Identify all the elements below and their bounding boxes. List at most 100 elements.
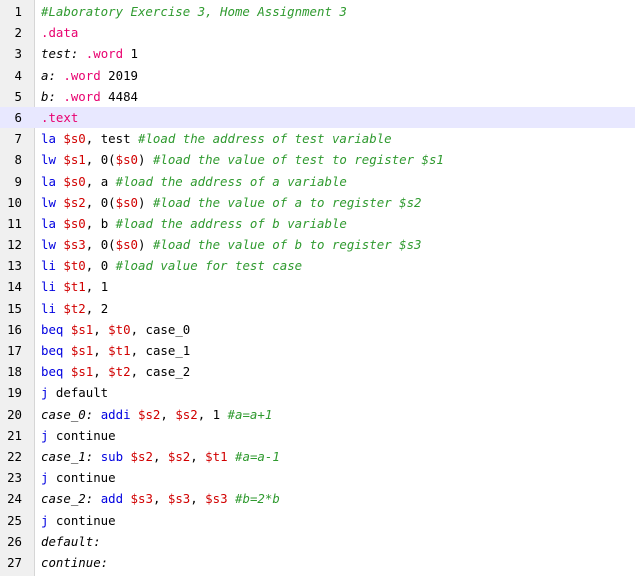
instruction-token: sub — [100, 448, 124, 464]
code-line[interactable]: 7 la $s0, test #load the address of test … — [0, 128, 635, 149]
code-line[interactable]: 16 beq $s1, $t0, case_0 — [0, 319, 635, 340]
code-line[interactable]: 3 test: .word 1 — [0, 43, 635, 64]
code-line[interactable]: 24 case_2: add $s3, $s3, $s3 #b=2*b — [0, 488, 635, 509]
code-line[interactable]: 2 .data — [0, 22, 635, 43]
line-number: 26 — [7, 533, 22, 549]
text-token: 2019 — [100, 67, 139, 83]
comment-token: #load value for test case — [115, 258, 303, 274]
line-number: 1 — [14, 4, 22, 19]
label-token: b: — [41, 88, 56, 104]
register-token: $s0 — [63, 215, 86, 231]
code-line[interactable]: 15 li $t2, 2 — [0, 298, 635, 319]
line-code[interactable]: li $t0, 0 #load value for test case — [41, 255, 635, 276]
instruction-token: beq — [41, 321, 64, 337]
code-line[interactable]: 25 j continue — [0, 510, 635, 531]
register-token: $s3 — [205, 491, 228, 507]
line-number: 22 — [7, 448, 22, 464]
code-line[interactable]: 1 #Laboratory Exercise 3, Home Assignment… — [0, 1, 635, 22]
code-line[interactable]: 27 continue: — [0, 552, 635, 573]
comment-token: #b=2*b — [235, 491, 280, 507]
instruction-token: beq — [41, 343, 64, 358]
text-token: , — [190, 448, 206, 464]
instruction-token: la — [41, 131, 56, 147]
line-code[interactable]: lw $s3, 0($s0) #load the value of b to r… — [41, 234, 635, 255]
register-token: $s3 — [130, 491, 153, 507]
code-line[interactable]: 12 lw $s3, 0($s0) #load the value of b to… — [0, 234, 635, 255]
line-code[interactable]: case_1: sub $s2, $s2, $t1 #a=a-1 — [41, 446, 635, 467]
line-code[interactable]: continue: — [41, 552, 635, 573]
line-code[interactable]: j continue — [41, 510, 635, 531]
register-token: $t0 — [108, 321, 131, 337]
instruction-token: add — [100, 491, 124, 507]
code-line[interactable]: 21 j continue — [0, 425, 635, 446]
text-token: , test — [85, 131, 138, 147]
comment-token: #a=a-1 — [235, 448, 280, 464]
line-code[interactable]: li $t1, 1 — [41, 276, 635, 297]
directive-token: .word — [63, 67, 101, 83]
code-line[interactable]: 22 case_1: sub $s2, $s2, $t1 #a=a-1 — [0, 446, 635, 467]
code-line[interactable]: 14 li $t1, 1 — [0, 276, 635, 297]
line-code[interactable]: b: .word 4484 — [41, 86, 635, 107]
code-line[interactable]: 8 lw $s1, 0($s0) #load the value of test … — [0, 149, 635, 170]
line-code[interactable]: la $s0, test #load the address of test v… — [41, 128, 635, 149]
text-token: , 0( — [85, 152, 116, 168]
code-line[interactable]: 26 default: — [0, 531, 635, 552]
code-line[interactable]: 23 j continue — [0, 467, 635, 488]
line-code[interactable]: case_2: add $s3, $s3, $s3 #b=2*b — [41, 488, 635, 509]
line-code[interactable]: la $s0, a #load the address of a variabl… — [41, 171, 635, 192]
register-token: $s0 — [63, 131, 86, 147]
text-token: continue — [48, 470, 116, 486]
line-code[interactable]: lw $s1, 0($s0) #load the value of test t… — [41, 149, 635, 170]
line-code[interactable]: beq $s1, $t0, case_0 — [41, 319, 635, 340]
text-token: 4484 — [100, 88, 139, 104]
register-token: $s1 — [70, 321, 94, 337]
line-code[interactable]: a: .word 2019 — [41, 65, 635, 86]
register-token: $s2 — [175, 406, 198, 422]
instruction-token: la — [41, 173, 56, 189]
code-line[interactable]: 13 li $t0, 0 #load value for test case — [0, 255, 635, 276]
line-code[interactable]: beq $s1, $t2, case_2 — [41, 361, 635, 382]
line-code[interactable]: j continue — [41, 425, 635, 446]
register-token: $s1 — [63, 152, 86, 168]
code-line[interactable]: 10 lw $s2, 0($s0) #load the value of a to… — [0, 192, 635, 213]
directive-token: .data — [41, 25, 79, 41]
code-line[interactable]: 11 la $s0, b #load the address of b varia… — [0, 213, 635, 234]
line-number: 17 — [7, 343, 22, 358]
line-number: 5 — [14, 88, 22, 104]
code-line[interactable]: 4 a: .word 2019 — [0, 65, 635, 86]
code-line[interactable]: 9 la $s0, a #load the address of a variab… — [0, 171, 635, 192]
line-code[interactable]: .text — [41, 107, 635, 128]
line-code[interactable]: case_0: addi $s2, $s2, 1 #a=a+1 — [41, 404, 635, 425]
register-token: $s1 — [70, 364, 94, 380]
line-code[interactable]: #Laboratory Exercise 3, Home Assignment … — [41, 1, 635, 22]
line-code[interactable]: .data — [41, 22, 635, 43]
line-code[interactable]: test: .word 1 — [41, 43, 635, 64]
line-code[interactable]: li $t2, 2 — [41, 298, 635, 319]
line-number: 25 — [7, 512, 22, 528]
code-line[interactable]: 5 b: .word 4484 — [0, 86, 635, 107]
line-code[interactable]: j default — [41, 382, 635, 403]
code-line[interactable]: 17 beq $s1, $t1, case_1 — [0, 340, 635, 361]
code-line[interactable]: 18 beq $s1, $t2, case_2 — [0, 361, 635, 382]
line-code[interactable]: lw $s2, 0($s0) #load the value of a to r… — [41, 192, 635, 213]
line-code[interactable]: la $s0, b #load the address of b variabl… — [41, 213, 635, 234]
code-line[interactable]: 19 j default — [0, 382, 635, 403]
comment-token: #load the address of b variable — [115, 215, 347, 231]
comment-token: #load the value of b to register $s3 — [152, 237, 422, 253]
comment-token: #load the address of a variable — [115, 173, 347, 189]
label-token: a: — [41, 67, 56, 83]
line-code[interactable]: j continue — [41, 467, 635, 488]
text-token: , 0( — [85, 237, 116, 253]
text-token: , — [93, 364, 109, 380]
code-line[interactable]: 6 .text — [0, 106, 635, 129]
line-number: 2 — [14, 25, 22, 41]
directive-token: .word — [63, 88, 101, 104]
line-code[interactable]: default: — [41, 531, 635, 552]
line-code[interactable]: beq $s1, $t1, case_1 — [41, 340, 635, 361]
code-lines[interactable]: 1 #Laboratory Exercise 3, Home Assignment… — [0, 1, 635, 573]
code-editor[interactable]: 1 #Laboratory Exercise 3, Home Assignment… — [0, 0, 635, 576]
code-line[interactable]: 20 case_0: addi $s2, $s2, 1 #a=a+1 — [0, 404, 635, 425]
